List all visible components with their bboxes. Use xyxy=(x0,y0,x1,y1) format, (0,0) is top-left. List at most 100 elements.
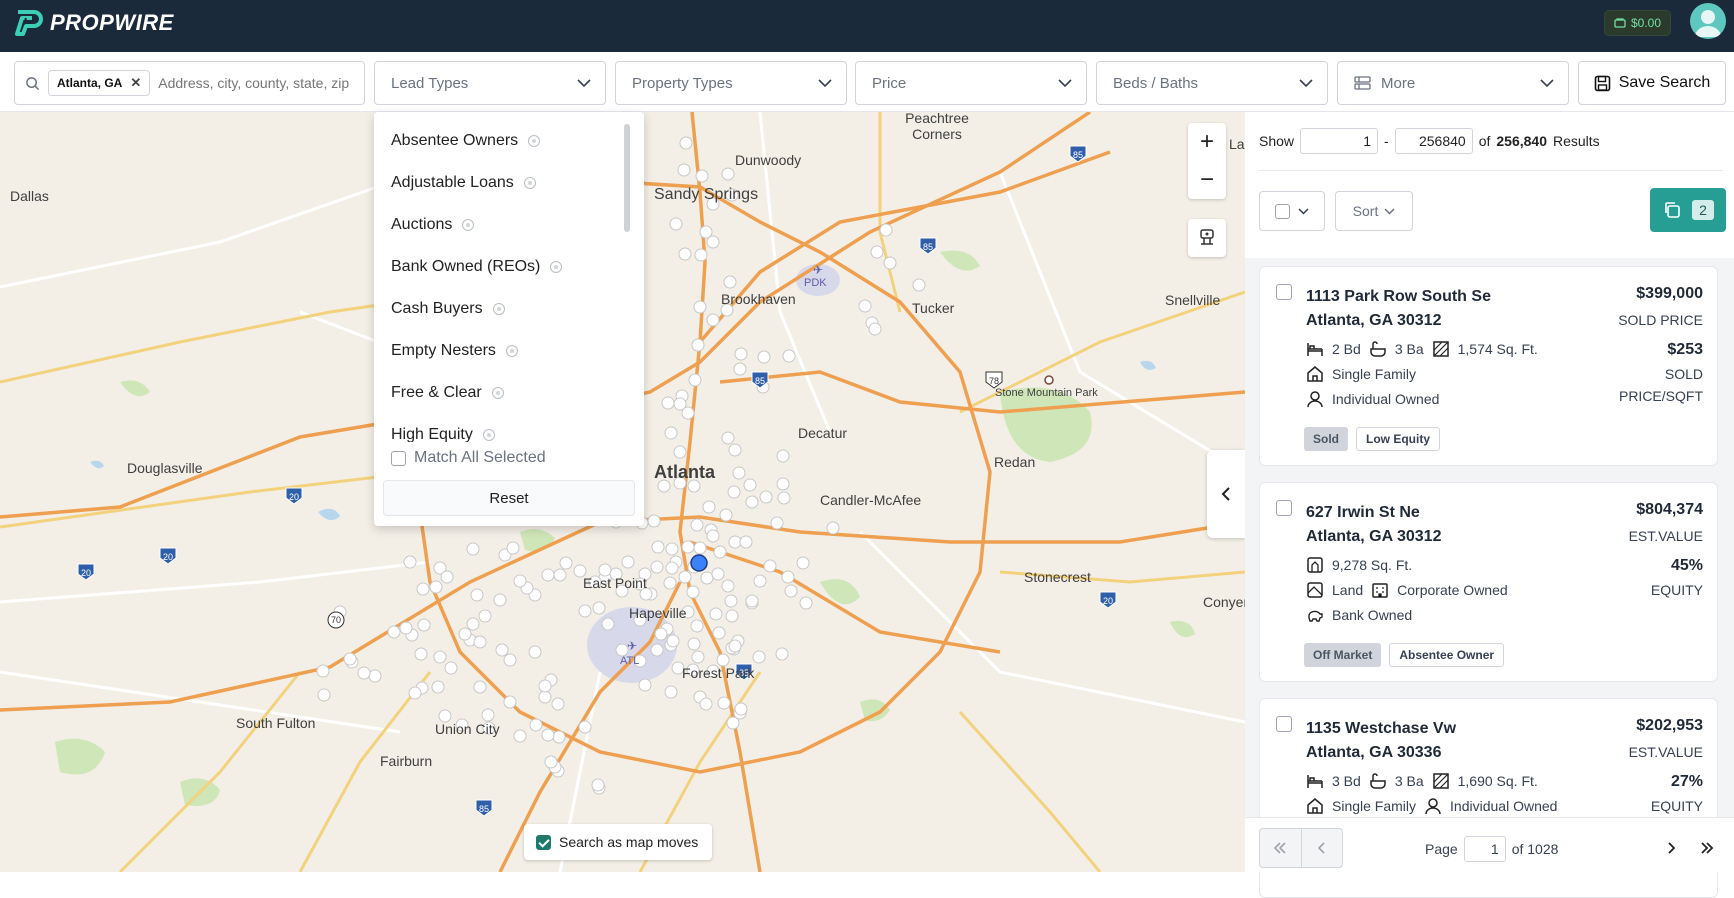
property-types-dropdown[interactable]: Property Types xyxy=(615,61,847,105)
lead-type-label: High Equity xyxy=(391,426,473,442)
bed-icon xyxy=(1307,775,1323,788)
property-address[interactable]: 627 Irwin St Ne Atlanta, GA 30312 xyxy=(1306,501,1441,549)
prev-page-button[interactable] xyxy=(1300,829,1343,867)
lead-type-option[interactable]: High Equity xyxy=(374,414,636,442)
price-per-sqft: $253 xyxy=(1667,341,1703,358)
page-input[interactable]: 1 xyxy=(1463,836,1506,862)
search-as-map-moves-toggle[interactable]: Search as map moves xyxy=(524,824,713,860)
property-specs: 2 Bd 3 Ba 1,574 Sq. Ft. xyxy=(1306,340,1538,358)
property-checkbox[interactable] xyxy=(1276,500,1292,516)
range-from-input[interactable]: 1 xyxy=(1300,128,1379,154)
person-icon xyxy=(1307,391,1323,408)
avatar[interactable] xyxy=(1690,3,1726,39)
save-search-button[interactable]: Save Search xyxy=(1578,61,1726,105)
property-specs: 3 Bd 3 Ba 1,690 Sq. Ft. xyxy=(1306,772,1538,790)
svg-text:78: 78 xyxy=(989,376,999,386)
lead-type-option[interactable]: Bank Owned (REOs) xyxy=(374,246,636,288)
status-badge: Sold xyxy=(1304,427,1348,451)
more-filters-dropdown[interactable]: More xyxy=(1337,61,1569,105)
baths: 3 Ba xyxy=(1394,341,1424,357)
zoom-in-button[interactable]: + xyxy=(1188,123,1226,161)
metric-label: EQUITY xyxy=(1650,798,1703,814)
lead-type-label: Free & Clear xyxy=(391,384,482,401)
wallet-icon xyxy=(1614,18,1626,28)
collapse-results-button[interactable] xyxy=(1207,450,1245,538)
property-checkbox[interactable] xyxy=(1276,284,1292,300)
wallet-button[interactable]: $0.00 xyxy=(1604,10,1672,36)
map-label: Decatur xyxy=(798,425,848,441)
lead-type-option[interactable]: Absentee Owners xyxy=(374,120,636,162)
match-all-toggle[interactable]: Match All Selected xyxy=(391,449,546,467)
property-type: Land xyxy=(1332,582,1364,598)
lead-type-option[interactable]: Auctions xyxy=(374,204,636,246)
property-address[interactable]: 1135 Westchase Vw Atlanta, GA 30336 xyxy=(1306,717,1456,765)
map-label: South Fulton xyxy=(236,715,316,731)
draw-icon xyxy=(1200,229,1214,245)
lead-type-option[interactable]: Adjustable Loans xyxy=(374,162,636,204)
map-label: PDK xyxy=(804,277,827,289)
zoom-out-button[interactable]: − xyxy=(1188,161,1226,199)
help-icon[interactable] xyxy=(491,387,504,399)
help-icon[interactable] xyxy=(482,429,495,441)
next-page-button[interactable] xyxy=(1653,828,1689,868)
house-icon xyxy=(1307,366,1323,382)
svg-text:✈: ✈ xyxy=(627,639,637,653)
highway-85-label: 85 xyxy=(1073,150,1083,160)
beds-baths-dropdown[interactable]: Beds / Baths xyxy=(1096,61,1328,105)
map-label: Forest Park xyxy=(682,665,755,681)
last-page-button[interactable] xyxy=(1689,828,1725,868)
first-page-button[interactable] xyxy=(1260,829,1301,867)
reset-button[interactable]: Reset xyxy=(383,480,635,516)
lead-types-dropdown[interactable]: Lead Types xyxy=(374,61,606,105)
lead-type-option[interactable]: Cash Buyers xyxy=(374,288,636,330)
logo[interactable]: PROPWIRE xyxy=(14,8,174,38)
search-input[interactable] xyxy=(158,75,359,91)
map-label: Atlanta xyxy=(654,462,716,482)
page-indicator: Page 1 of 1028 xyxy=(1425,836,1558,862)
chevron-left-icon xyxy=(1221,487,1230,501)
city-state-zip: Atlanta, GA 30312 xyxy=(1306,312,1442,329)
help-icon[interactable] xyxy=(528,135,541,147)
sort-label: Sort xyxy=(1352,203,1379,219)
help-icon[interactable] xyxy=(550,261,563,273)
tag-badge: Absentee Owner xyxy=(1389,643,1505,667)
help-icon[interactable] xyxy=(523,177,536,189)
beds: 2 Bd xyxy=(1332,341,1361,357)
map-label: Tucker xyxy=(912,300,955,316)
search-box[interactable]: Atlanta, GA ✕ xyxy=(14,61,365,105)
property-card[interactable]: 1113 Park Row South Se Atlanta, GA 30312… xyxy=(1259,266,1718,466)
results-total: 256,840 xyxy=(1496,133,1547,149)
property-price: $202,953 xyxy=(1636,717,1703,734)
sort-dropdown[interactable]: Sort xyxy=(1335,191,1413,231)
chevron-left-icon xyxy=(1317,842,1325,854)
compare-button[interactable]: 2 xyxy=(1650,188,1726,232)
chevron-down-icon xyxy=(1384,207,1395,215)
help-icon[interactable] xyxy=(505,345,518,357)
lead-type-option[interactable]: Free & Clear xyxy=(374,372,636,414)
house-icon xyxy=(1307,798,1323,814)
range-to-input[interactable]: 256840 xyxy=(1394,128,1473,154)
select-all-checkbox[interactable] xyxy=(1275,203,1290,219)
match-all-checkbox[interactable] xyxy=(391,450,406,466)
help-icon[interactable] xyxy=(492,303,505,315)
close-icon[interactable]: ✕ xyxy=(130,75,141,91)
help-icon[interactable] xyxy=(462,219,475,231)
search-as-map-moves-checkbox[interactable] xyxy=(536,834,551,850)
draw-area-button[interactable] xyxy=(1188,219,1226,257)
page-total: of 1028 xyxy=(1511,841,1559,857)
lead-type-label: Bank Owned (REOs) xyxy=(391,258,541,275)
price-dropdown[interactable]: Price xyxy=(855,61,1087,105)
lead-type-option[interactable]: Empty Nesters xyxy=(374,330,636,372)
filter-bar: Atlanta, GA ✕ Lead Types Property Types … xyxy=(0,52,1734,112)
results-range: Show 1 - 256840 of 256,840 Results xyxy=(1259,128,1600,154)
select-all-dropdown[interactable] xyxy=(1259,191,1325,231)
save-icon xyxy=(1594,75,1610,91)
location-chip[interactable]: Atlanta, GA ✕ xyxy=(48,70,151,96)
top-bar: PROPWIRE $0.00 xyxy=(0,0,1734,52)
property-address[interactable]: 1113 Park Row South Se Atlanta, GA 30312 xyxy=(1306,285,1491,333)
equity-percent: 45% xyxy=(1670,557,1703,574)
svg-text:20: 20 xyxy=(163,552,173,562)
scrollbar[interactable] xyxy=(624,124,630,232)
property-card[interactable]: 627 Irwin St Ne Atlanta, GA 30312 $804,3… xyxy=(1259,482,1718,682)
property-checkbox[interactable] xyxy=(1276,716,1292,732)
